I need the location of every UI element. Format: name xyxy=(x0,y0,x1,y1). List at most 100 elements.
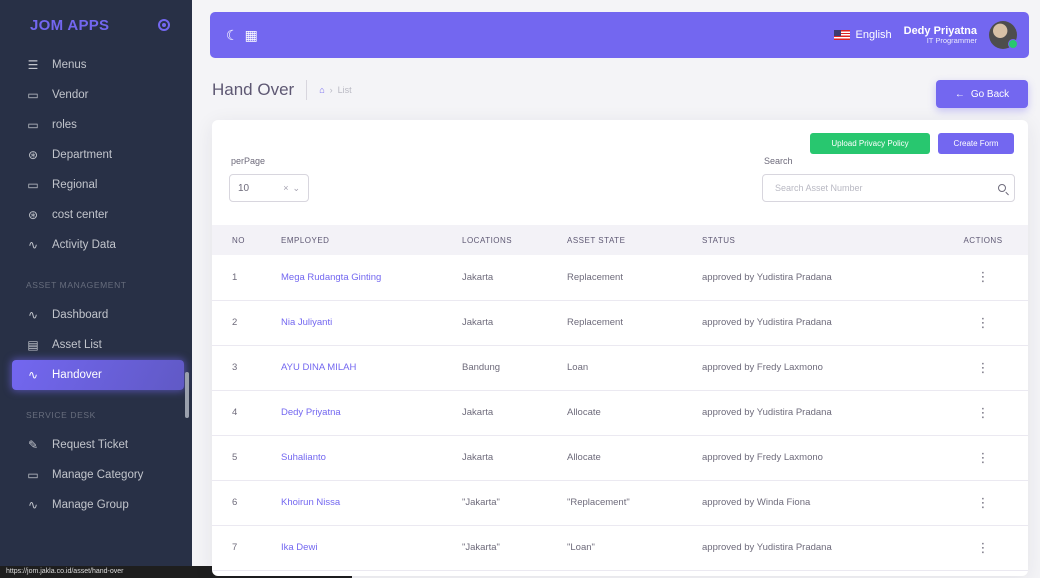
cell-location: "Jakarta" xyxy=(462,542,500,553)
sidebar-item-label: Handover xyxy=(52,369,102,381)
sidebar-item-cost-center[interactable]: ⊛ cost center xyxy=(0,200,192,230)
sidebar-item-request-ticket[interactable]: ✎ Request Ticket xyxy=(0,430,192,460)
language-dropdown[interactable]: English xyxy=(833,29,892,41)
sidebar-item-roles[interactable]: ▭ roles xyxy=(0,110,192,140)
search-input[interactable] xyxy=(775,183,975,193)
more-vertical-icon[interactable]: ⋮ xyxy=(977,406,990,419)
topbar-left: ☾ ▦ xyxy=(226,27,258,44)
sidebar-toggle-icon[interactable] xyxy=(158,19,170,31)
cell-status: approved by Yudistira Pradana xyxy=(702,271,832,283)
sidebar-item-regional[interactable]: ▭ Regional xyxy=(0,170,192,200)
cell-location: Jakarta xyxy=(462,407,494,418)
sidebar-item-menus[interactable]: ☰ Menus xyxy=(0,50,192,80)
breadcrumb-current: List xyxy=(337,85,352,95)
user-role: IT Programmer xyxy=(926,35,977,45)
cell-location: Jakarta xyxy=(462,317,494,328)
aperture-icon: ⊛ xyxy=(27,148,39,162)
cell-employed-link[interactable]: Mega Rudangta Ginting xyxy=(267,255,462,300)
sidebar-item-label: roles xyxy=(52,119,77,131)
cell-no: 7 xyxy=(232,542,238,553)
sidebar-item-department[interactable]: ⊛ Department xyxy=(0,140,192,170)
cell-location: Bandung xyxy=(462,362,501,373)
cell-no: 3 xyxy=(232,362,238,373)
aperture-icon: ⊛ xyxy=(27,208,39,222)
activity-icon: ∿ xyxy=(27,308,39,322)
sidebar-item-dashboard[interactable]: ∿ Dashboard xyxy=(0,300,192,330)
sidebar-item-label: Manage Group xyxy=(52,499,129,511)
monitor-icon: ▭ xyxy=(27,178,39,192)
user-menu[interactable]: Dedy Priyatna IT Programmer xyxy=(904,25,977,45)
column-header-status[interactable]: STATUS xyxy=(702,225,952,255)
edit-icon: ✎ xyxy=(27,438,39,452)
sidebar-item-handover[interactable]: ∿ Handover xyxy=(12,360,184,390)
sidebar-item-manage-category[interactable]: ▭ Manage Category xyxy=(0,460,192,490)
column-header-actions: ACTIONS xyxy=(963,235,1003,245)
handover-table: NO EMPLOYED LOCATIONS ASSET STATE STATUS… xyxy=(212,225,1028,571)
cell-actions: ⋮ xyxy=(952,300,1028,345)
avatar[interactable] xyxy=(989,21,1018,49)
sidebar-item-label: Request Ticket xyxy=(52,439,129,451)
column-header-locations[interactable]: LOCATIONS xyxy=(462,225,567,255)
sidebar-item-asset-list[interactable]: ▤ Asset List xyxy=(0,330,192,360)
cell-status: approved by Fredy Laxmono xyxy=(702,362,823,373)
cell-actions: ⋮ xyxy=(952,345,1028,390)
cell-status: approved by Fredy Laxmono xyxy=(702,452,823,463)
column-header-no[interactable]: NO xyxy=(212,225,267,255)
sidebar-item-label: Dashboard xyxy=(52,309,109,321)
cell-employed-link[interactable]: Nia Juliyanti xyxy=(267,300,462,345)
brand: JOM APPS xyxy=(0,0,192,50)
cell-no: 6 xyxy=(232,497,238,508)
cell-no: 4 xyxy=(232,407,238,418)
monitor-icon: ▭ xyxy=(27,468,39,482)
cell-actions: ⋮ xyxy=(952,525,1028,570)
cell-employed-link[interactable]: Suhalianto xyxy=(267,435,462,480)
cell-asset-state: "Loan" xyxy=(567,542,595,553)
more-vertical-icon[interactable]: ⋮ xyxy=(977,270,990,283)
cell-employed-link[interactable]: Ika Dewi xyxy=(267,525,462,570)
calendar-icon[interactable]: ▦ xyxy=(245,27,258,44)
cell-asset-state: "Replacement" xyxy=(567,497,630,508)
cell-location: "Jakarta" xyxy=(462,497,500,508)
perpage-select[interactable]: 10 × ⌄ xyxy=(229,174,309,202)
brand-logo-text[interactable]: JOM APPS xyxy=(30,17,109,34)
sidebar-scrollbar[interactable] xyxy=(185,372,189,418)
clear-icon[interactable]: × xyxy=(283,183,288,194)
cell-status: approved by Yudistira Pradana xyxy=(702,317,832,328)
sidebar-item-vendor[interactable]: ▭ Vendor xyxy=(0,80,192,110)
sidebar-item-manage-group[interactable]: ∿ Manage Group xyxy=(0,490,192,520)
chevron-down-icon[interactable]: ⌄ xyxy=(292,183,300,194)
go-back-button[interactable]: ← Go Back xyxy=(936,80,1028,108)
create-form-button[interactable]: Create Form xyxy=(938,133,1014,154)
more-vertical-icon[interactable]: ⋮ xyxy=(977,451,990,464)
theme-toggle-icon[interactable]: ☾ xyxy=(226,27,239,44)
activity-icon: ∿ xyxy=(27,498,39,512)
cell-employed-link[interactable]: AYU DINA MILAH xyxy=(267,345,462,390)
column-header-employed[interactable]: EMPLOYED xyxy=(267,225,462,255)
cell-no: 1 xyxy=(232,271,238,283)
monitor-icon: ▭ xyxy=(27,118,39,132)
column-header-asset-state[interactable]: ASSET STATE xyxy=(567,225,702,255)
menu-icon: ☰ xyxy=(27,58,39,72)
activity-icon: ∿ xyxy=(27,368,39,382)
more-vertical-icon[interactable]: ⋮ xyxy=(977,541,990,554)
page-header: Hand Over ⌂ › List xyxy=(212,80,352,100)
cell-asset-state: Loan xyxy=(567,362,589,373)
nav-section-asset-management: ASSET MANAGEMENT xyxy=(26,280,127,290)
nav-section-service-desk: SERVICE DESK xyxy=(26,410,96,420)
cell-actions: ⋮ xyxy=(952,255,1028,300)
breadcrumb-separator-icon: › xyxy=(329,85,333,95)
cell-location: Jakarta xyxy=(462,452,494,463)
more-vertical-icon[interactable]: ⋮ xyxy=(977,361,990,374)
nav-asset: ∿ Dashboard ▤ Asset List ∿ Handover xyxy=(0,300,192,390)
search-icon[interactable] xyxy=(998,184,1006,192)
home-icon[interactable]: ⌂ xyxy=(319,85,324,95)
sidebar-item-label: Regional xyxy=(52,179,98,191)
cell-employed-link[interactable]: Khoirun Nissa xyxy=(267,480,462,525)
more-vertical-icon[interactable]: ⋮ xyxy=(977,316,990,329)
sidebar-item-activity-data[interactable]: ∿ Activity Data xyxy=(0,230,192,260)
cell-employed-link[interactable]: Dedy Priyatna xyxy=(267,390,462,435)
more-vertical-icon[interactable]: ⋮ xyxy=(977,496,990,509)
language-label: English xyxy=(855,29,892,41)
upload-privacy-policy-button[interactable]: Upload Privacy Policy xyxy=(810,133,930,154)
nav-main: ☰ Menus ▭ Vendor ▭ roles ⊛ Department ▭ Regio… xyxy=(0,50,192,260)
